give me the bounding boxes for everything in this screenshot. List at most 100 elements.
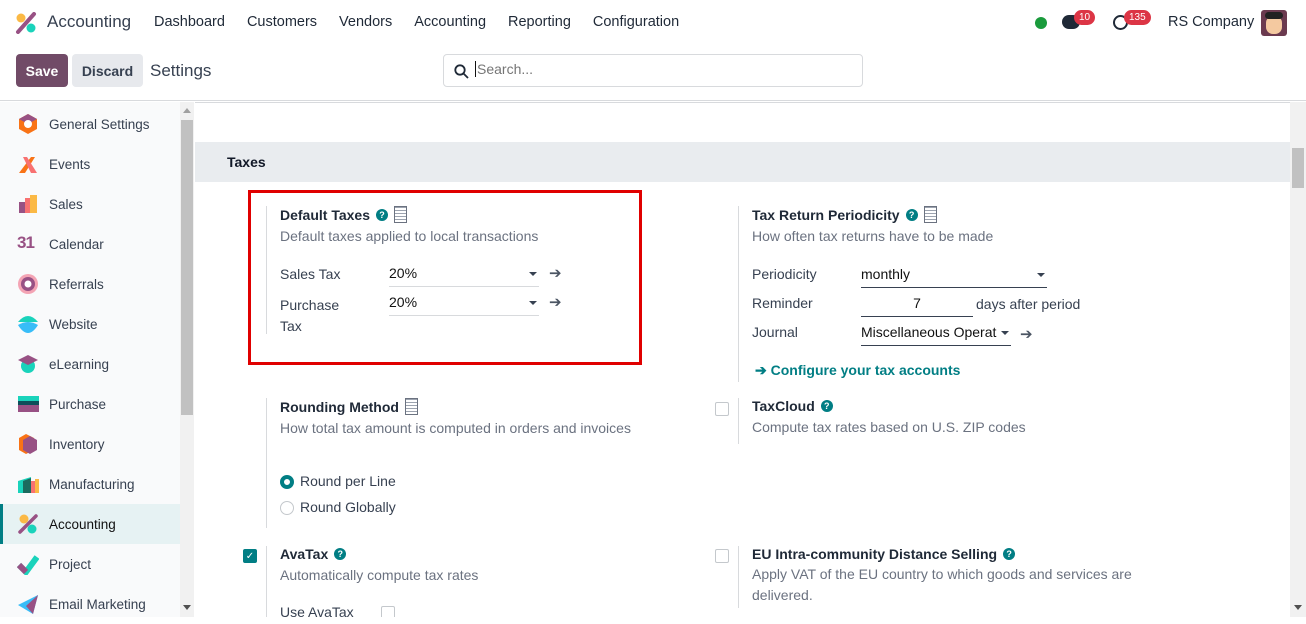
menu-dashboard[interactable]: Dashboard — [154, 14, 225, 30]
sidebar-item-sales[interactable]: Sales — [0, 184, 180, 224]
rounding-method-setting: Rounding Method How total tax amount is … — [266, 398, 666, 528]
help-icon[interactable]: ? — [376, 208, 388, 221]
app-name[interactable]: Accounting — [47, 12, 131, 32]
status-dot-icon — [1035, 17, 1047, 29]
radio-round-per-line[interactable]: Round per Line — [280, 473, 396, 490]
main-scrollbar[interactable] — [1290, 102, 1306, 617]
reminder-suffix: days after period — [976, 296, 1081, 312]
rounding-desc: How total tax amount is computed in orde… — [280, 420, 631, 436]
arrow-right-icon: ➔ — [755, 362, 771, 378]
sidebar-item-general-settings[interactable]: General Settings — [0, 104, 180, 144]
search-box[interactable] — [443, 54, 863, 87]
chevron-down-icon — [1037, 273, 1045, 277]
purchase-tax-open-arrow-icon[interactable]: ➔ — [549, 293, 562, 311]
scroll-down-icon[interactable] — [1294, 605, 1302, 610]
help-icon[interactable]: ? — [334, 548, 347, 560]
journal-open-arrow-icon[interactable]: ➔ — [1020, 325, 1033, 343]
accounting-icon — [17, 513, 39, 535]
sidebar-item-calendar[interactable]: 31 Calendar — [0, 224, 180, 264]
reminder-label: Reminder — [752, 295, 813, 311]
help-icon[interactable]: ? — [905, 208, 918, 221]
discard-button[interactable]: Discard — [72, 54, 143, 87]
sidebar-item-label: Email Marketing — [49, 596, 146, 612]
default-taxes-setting: Default Taxes? Default taxes applied to … — [266, 206, 626, 334]
company-name[interactable]: RS Company — [1168, 14, 1254, 30]
menu-accounting[interactable]: Accounting — [414, 14, 486, 30]
use-avatax-checkbox[interactable] — [381, 606, 395, 617]
sales-tax-open-arrow-icon[interactable]: ➔ — [549, 264, 562, 282]
sidebar-item-email-marketing[interactable]: Email Marketing — [0, 584, 180, 624]
menu-configuration[interactable]: Configuration — [593, 14, 679, 30]
settings-sidebar: General Settings Events Sales 31 Calendar Ref… — [0, 102, 180, 617]
periodicity-select[interactable]: monthly — [861, 266, 1047, 288]
save-button[interactable]: Save — [16, 54, 68, 87]
sidebar-item-accounting[interactable]: Accounting — [0, 504, 180, 544]
periodicity-label: Periodicity — [752, 266, 817, 282]
configure-tax-accounts-link[interactable]: ➔ Configure your tax accounts — [755, 362, 960, 379]
default-taxes-title: Default Taxes — [280, 206, 370, 223]
sales-tax-label: Sales Tax — [280, 266, 341, 282]
taxcloud-title: TaxCloud — [752, 398, 815, 414]
main-menu: Dashboard Customers Vendors Accounting R… — [154, 14, 679, 30]
help-icon[interactable]: ? — [820, 400, 833, 412]
inventory-icon — [17, 433, 39, 455]
eu-distance-selling-checkbox[interactable] — [715, 549, 729, 563]
chevron-down-icon — [1001, 331, 1009, 335]
periodicity-value: monthly — [861, 266, 911, 282]
radio-round-globally[interactable]: Round Globally — [280, 499, 396, 516]
menu-customers[interactable]: Customers — [247, 14, 317, 30]
sales-tax-select[interactable]: 20% — [389, 265, 539, 287]
reminder-value: 7 — [913, 295, 921, 311]
sidebar-item-inventory[interactable]: Inventory — [0, 424, 180, 464]
website-icon — [17, 313, 39, 335]
taxcloud-checkbox[interactable] — [715, 402, 729, 416]
radio-label: Round Globally — [300, 499, 396, 515]
eu-title: EU Intra-community Distance Selling — [752, 546, 998, 562]
purchase-tax-value: 20% — [389, 294, 418, 310]
company-building-icon — [923, 206, 937, 223]
radio-label: Round per Line — [300, 473, 396, 489]
sidebar-item-project[interactable]: Project — [0, 544, 180, 584]
scroll-down-icon[interactable] — [183, 605, 191, 610]
sidebar-item-label: Purchase — [49, 396, 107, 412]
menu-reporting[interactable]: Reporting — [508, 14, 571, 30]
email-marketing-icon — [17, 593, 39, 615]
sidebar-item-label: Sales — [49, 196, 83, 212]
manufacturing-icon — [17, 473, 39, 495]
tax-periodicity-setting: Tax Return Periodicity? How often tax re… — [738, 206, 1138, 382]
scroll-up-icon[interactable] — [183, 108, 191, 113]
purchase-tax-label: Purchase Tax — [280, 297, 340, 334]
accounting-app-logo[interactable] — [15, 12, 37, 34]
journal-select[interactable]: Miscellaneous Operat — [861, 324, 1011, 346]
journal-value: Miscellaneous Operat — [861, 324, 997, 340]
search-input[interactable] — [475, 61, 845, 77]
sidebar-item-website[interactable]: Website — [0, 304, 180, 344]
search-icon — [454, 64, 469, 79]
sidebar-item-label: Calendar — [49, 236, 104, 252]
avatax-setting: AvaTax? Automatically compute tax rates … — [266, 546, 666, 617]
radio-checked-icon — [280, 475, 294, 490]
avatax-checkbox[interactable]: ✓ — [243, 549, 257, 563]
events-icon — [17, 153, 39, 175]
purchase-tax-select[interactable]: 20% — [389, 294, 539, 316]
sidebar-item-events[interactable]: Events — [0, 144, 180, 184]
help-icon[interactable]: ? — [1003, 548, 1016, 560]
sidebar-scrollbar[interactable] — [180, 102, 194, 617]
sidebar-item-label: Referrals — [49, 276, 104, 292]
main-scroll-thumb[interactable] — [1292, 148, 1304, 188]
project-icon — [16, 553, 40, 577]
sidebar-item-manufacturing[interactable]: Manufacturing — [0, 464, 180, 504]
sidebar-item-label: Inventory — [49, 436, 105, 452]
activities-badge: 135 — [1124, 10, 1151, 25]
reminder-input[interactable]: 7 — [861, 295, 973, 317]
sidebar-item-referrals[interactable]: Referrals — [0, 264, 180, 304]
configure-link-label: Configure your tax accounts — [770, 362, 961, 378]
sales-tax-value: 20% — [389, 265, 418, 281]
menu-vendors[interactable]: Vendors — [339, 14, 392, 30]
sidebar-item-elearning[interactable]: eLearning — [0, 344, 180, 384]
sidebar-scroll-thumb[interactable] — [181, 120, 193, 415]
settings-content: Taxes Default Taxes? Default taxes appli… — [195, 102, 1290, 617]
user-avatar[interactable] — [1261, 10, 1287, 36]
page-title: Settings — [150, 61, 212, 80]
sidebar-item-purchase[interactable]: Purchase — [0, 384, 180, 424]
